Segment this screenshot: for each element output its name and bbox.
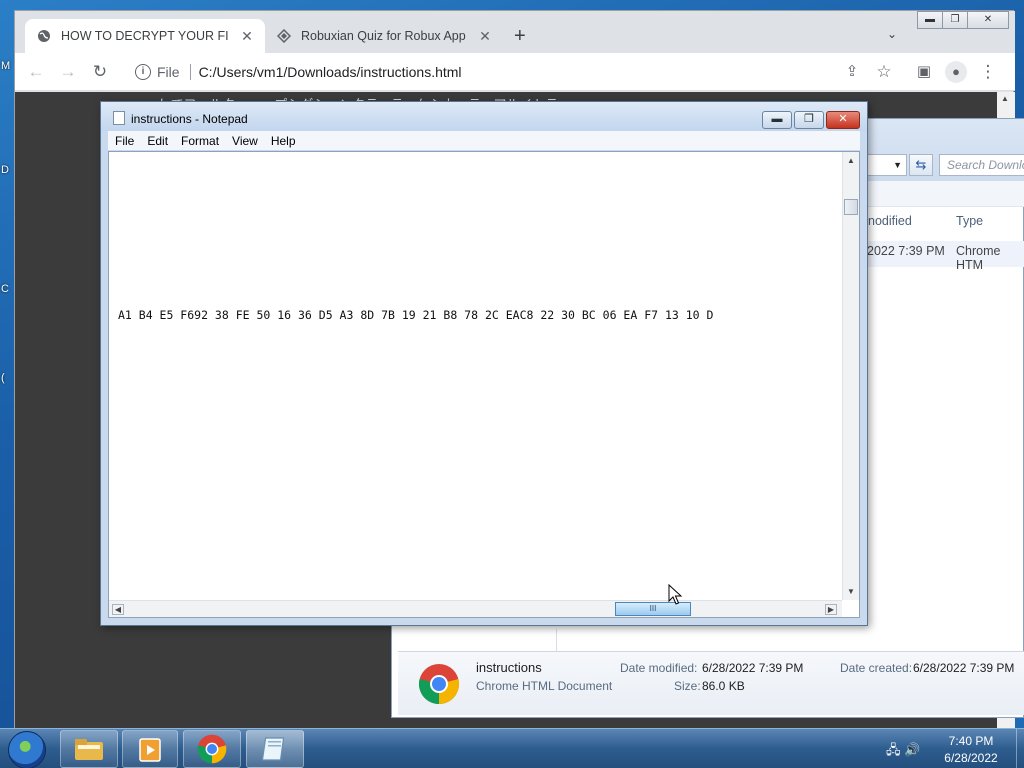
forward-icon[interactable]: → (57, 61, 79, 83)
side-panel-icon[interactable]: ▣ (913, 61, 935, 83)
scroll-up-icon[interactable]: ▲ (847, 156, 855, 165)
vertical-scroll-thumb[interactable] (844, 199, 858, 215)
info-icon[interactable]: i (135, 64, 151, 80)
back-icon[interactable]: ← (25, 61, 47, 83)
folder-icon (75, 739, 103, 760)
globe-icon (38, 30, 50, 42)
size-label: Size: (674, 679, 701, 693)
horizontal-scrollbar[interactable]: ◀ III ▶ (109, 600, 842, 617)
refresh-icon[interactable]: ⇆ (909, 154, 933, 176)
desktop-icon-label-fragment: ( (1, 372, 5, 384)
maximize-button[interactable]: ❐ (794, 111, 824, 129)
explorer-taskbar-button[interactable] (60, 730, 118, 768)
close-window-button[interactable]: ✕ (826, 111, 860, 129)
notepad-window: instructions - Notepad ▬ ❐ ✕ File Edit F… (100, 101, 868, 626)
tab-strip: HOW TO DECRYPT YOUR FILES ✕ Robuxian Qui… (15, 11, 1015, 53)
tab-label: HOW TO DECRYPT YOUR FILES (61, 29, 229, 43)
url-scheme-label: File (157, 64, 180, 80)
system-tray: 🖧 🔊 (886, 741, 926, 757)
mouse-cursor-icon (668, 584, 682, 605)
network-icon[interactable]: 🖧 (886, 742, 901, 757)
share-icon[interactable]: ⇪ (841, 61, 863, 83)
minimize-button[interactable]: ▬ (762, 111, 792, 129)
address-dropdown-icon[interactable]: ▼ (865, 154, 907, 176)
file-kind: Chrome HTML Document (476, 679, 613, 693)
menu-kebab-icon[interactable]: ⋮ (977, 61, 999, 83)
minimize-button[interactable]: ▬ (917, 11, 943, 29)
desktop-icon-label-fragment: M (1, 60, 11, 72)
file-name: instructions (476, 660, 542, 675)
chrome-icon (197, 734, 227, 764)
scroll-left-icon[interactable]: ◀ (112, 604, 124, 615)
encrypted-key-text[interactable]: A1 B4 E5 F692 38 FE 50 16 36 D5 A3 8D 7B… (118, 308, 804, 322)
media-player-taskbar-button[interactable] (122, 730, 178, 768)
menu-edit[interactable]: Edit (140, 134, 174, 148)
maximize-button[interactable]: ❐ (942, 11, 968, 29)
clock-date: 6/28/2022 (944, 751, 998, 765)
notepad-taskbar-button[interactable] (246, 730, 304, 768)
window-title: instructions - Notepad (131, 112, 248, 126)
file-type: Chrome HTM (956, 244, 1001, 272)
url-text[interactable]: C:/Users/vm1/Downloads/instructions.html (199, 64, 462, 80)
menu-bar: File Edit Format View Help (108, 131, 860, 150)
scroll-up-icon[interactable]: ▲ (1001, 94, 1009, 103)
scroll-right-icon[interactable]: ▶ (825, 604, 837, 615)
notepad-titlebar[interactable]: instructions - Notepad ▬ ❐ ✕ (101, 102, 867, 131)
close-window-button[interactable]: ✕ (967, 11, 1009, 29)
size-value: 86.0 KB (702, 679, 745, 693)
menu-view[interactable]: View (225, 134, 264, 148)
details-pane: instructions Chrome HTML Document Date m… (398, 651, 1024, 715)
notepad-icon (262, 737, 285, 761)
chrome-icon (418, 664, 460, 705)
desktop-icon-label-fragment: C (1, 283, 9, 295)
divider (556, 629, 557, 651)
taskbar: 🖧 🔊 7:40 PM 6/28/2022 (0, 728, 1024, 768)
desktop-icon-label-fragment: D (1, 164, 9, 176)
tab-robuxian-quiz[interactable]: Robuxian Quiz for Robux App Ra ✕ (265, 19, 503, 53)
date-created-value: 6/28/2022 7:39 PM (913, 661, 1015, 675)
clock-time: 7:40 PM (948, 734, 994, 748)
column-header-date-modified[interactable]: nodified (868, 214, 912, 228)
date-modified-label: Date modified: (620, 661, 698, 675)
start-button[interactable] (8, 731, 46, 768)
new-tab-button[interactable]: + (514, 25, 526, 48)
menu-file[interactable]: File (108, 134, 140, 148)
notepad-icon (113, 111, 125, 125)
scroll-down-icon[interactable]: ▼ (847, 587, 855, 596)
diamond-icon (277, 29, 291, 43)
file-date: 2022 7:39 PM (867, 244, 945, 258)
menu-format[interactable]: Format (174, 134, 225, 148)
bookmark-star-icon[interactable]: ☆ (873, 61, 895, 83)
tab-decrypt-files[interactable]: HOW TO DECRYPT YOUR FILES ✕ (25, 19, 265, 53)
profile-avatar-icon[interactable]: ● (945, 61, 967, 83)
column-header-bar (865, 181, 1024, 207)
menu-help[interactable]: Help (264, 134, 302, 148)
close-icon[interactable]: ✕ (239, 28, 255, 44)
date-modified-value: 6/28/2022 7:39 PM (702, 661, 804, 675)
volume-icon[interactable]: 🔊 (904, 742, 920, 757)
column-header-type[interactable]: Type (956, 214, 983, 228)
media-player-icon (139, 738, 161, 762)
divider (189, 64, 191, 80)
reload-icon[interactable]: ↻ (89, 61, 111, 83)
tab-search-chevron-icon[interactable]: ⌄ (887, 27, 897, 41)
chrome-taskbar-button[interactable] (183, 730, 241, 768)
text-editor[interactable]: A1 B4 E5 F692 38 FE 50 16 36 D5 A3 8D 7B… (108, 151, 860, 618)
date-created-label: Date created: (840, 661, 913, 675)
browser-toolbar: ← → ↻ i File C:/Users/vm1/Downloads/inst… (15, 53, 1015, 91)
tab-label: Robuxian Quiz for Robux App Ra (301, 29, 467, 43)
vertical-scrollbar[interactable]: ▲ ▼ (842, 152, 859, 600)
show-desktop-button[interactable] (1016, 729, 1024, 768)
taskbar-clock[interactable]: 7:40 PM 6/28/2022 (930, 733, 1012, 767)
search-input[interactable]: Search Downloads (939, 154, 1024, 176)
close-icon[interactable]: ✕ (477, 28, 493, 44)
